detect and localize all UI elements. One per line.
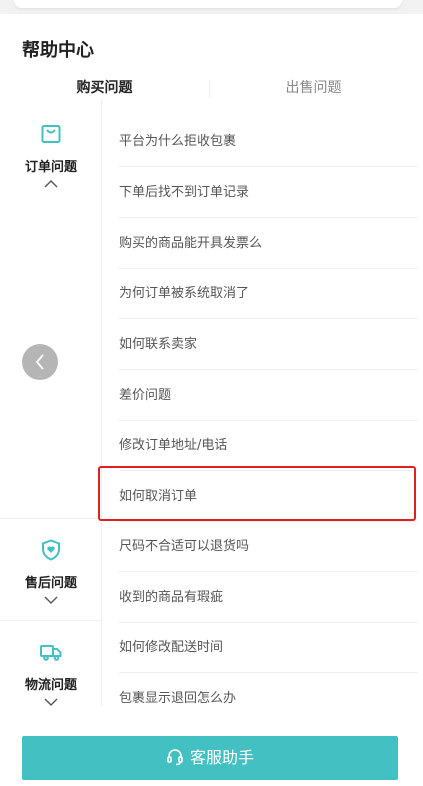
- category-divider: [0, 518, 102, 519]
- previous-card-edge: [0, 0, 423, 14]
- question-text: 修改订单地址/电话: [119, 438, 228, 453]
- question-text: 购买的商品能开具发票么: [119, 236, 263, 251]
- question-item[interactable]: 购买的商品能开具发票么: [102, 218, 418, 269]
- back-button[interactable]: [22, 344, 58, 380]
- question-item[interactable]: 下单后找不到订单记录: [102, 167, 418, 218]
- question-item[interactable]: 收到的商品有瑕疵: [102, 572, 418, 623]
- question-text: 收到的商品有瑕疵: [119, 590, 224, 605]
- customer-service-button[interactable]: 客服助手: [22, 736, 398, 780]
- category-logistics[interactable]: 物流问题: [0, 640, 102, 707]
- question-text: 为何订单被系统取消了: [119, 286, 250, 301]
- shopping-bag-icon: [41, 125, 61, 143]
- question-text: 差价问题: [119, 388, 172, 403]
- category-label: 物流问题: [24, 678, 77, 693]
- category-label: 订单问题: [24, 160, 77, 175]
- question-list: 平台为什么拒收包裹 下单后找不到订单记录 购买的商品能开具发票么 为何订单被系统…: [102, 100, 418, 706]
- question-item[interactable]: 修改订单地址/电话: [102, 420, 418, 471]
- chevron-down-icon: [44, 698, 58, 706]
- question-text: 包裹显示退回怎么办: [119, 691, 237, 706]
- question-text: 如何联系卖家: [119, 337, 198, 352]
- category-column: 订单问题 售后问题 物流问题: [0, 100, 102, 706]
- chevron-up-icon: [44, 180, 58, 188]
- question-item[interactable]: 尺码不合适可以退货吗: [102, 521, 418, 572]
- category-label: 售后问题: [24, 576, 77, 591]
- question-text: 如何修改配送时间: [119, 640, 224, 655]
- customer-service-label: 客服助手: [189, 748, 254, 767]
- question-item[interactable]: 平台为什么拒收包裹: [102, 116, 418, 167]
- category-after-sale[interactable]: 售后问题: [0, 538, 102, 605]
- question-text: 下单后找不到订单记录: [119, 185, 250, 200]
- headset-icon: [167, 749, 183, 766]
- question-item[interactable]: 为何订单被系统取消了: [102, 268, 418, 319]
- question-item[interactable]: 如何修改配送时间: [102, 622, 418, 673]
- question-item[interactable]: 如何联系卖家: [102, 319, 418, 370]
- category-divider: [0, 620, 102, 621]
- page-title: 帮助中心: [22, 40, 94, 61]
- question-text: 平台为什么拒收包裹: [119, 134, 237, 149]
- truck-icon: [40, 645, 62, 661]
- question-text: 尺码不合适可以退货吗: [119, 539, 250, 554]
- shield-heart-icon: [42, 539, 60, 561]
- question-item[interactable]: 包裹显示退回怎么办: [102, 673, 418, 724]
- question-item[interactable]: 差价问题: [102, 370, 418, 421]
- highlight-annotation: [98, 466, 416, 521]
- chevron-left-icon: [35, 354, 44, 370]
- chevron-down-icon: [44, 596, 58, 604]
- category-order[interactable]: 订单问题: [0, 122, 102, 189]
